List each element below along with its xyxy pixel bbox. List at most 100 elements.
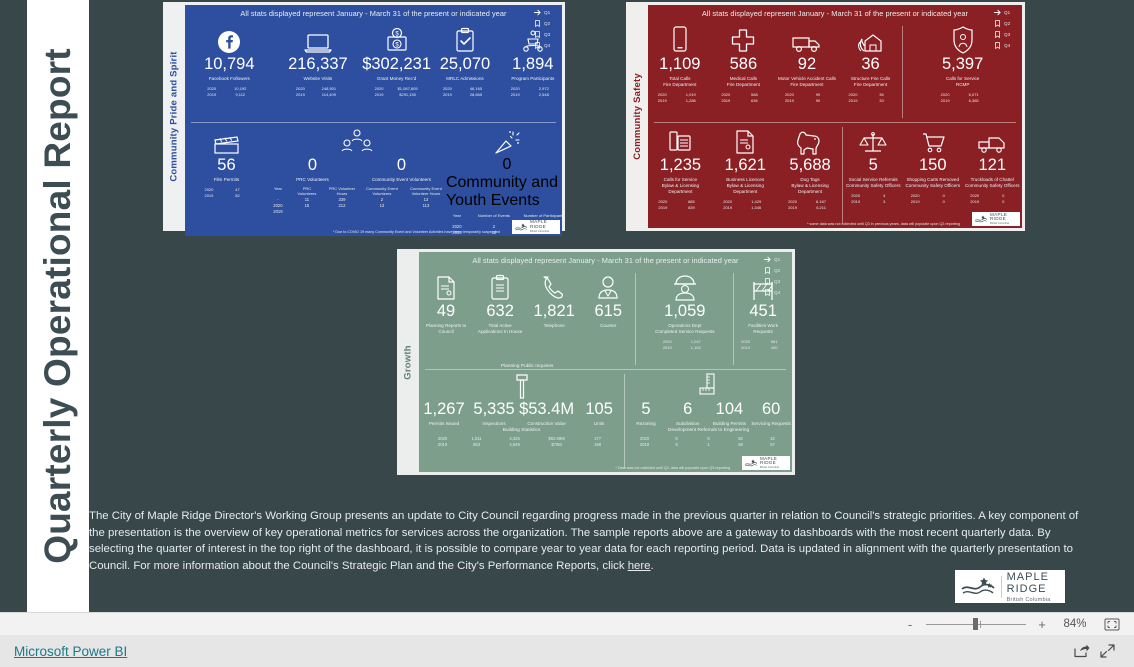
kpi-mva-calls-fire[interactable]: 92 Motor Vehicle Accident Calls Fire Depa… — [775, 22, 839, 122]
kpi-rezoning[interactable]: 5 Rezoning — [625, 400, 667, 427]
slider-thumb[interactable] — [973, 618, 978, 630]
hist-year: 2019 — [784, 97, 794, 103]
worker-icon — [671, 272, 699, 302]
hist-value: 490 — [770, 344, 778, 350]
hist-value: 853 — [473, 441, 481, 447]
kpi-business-licences[interactable]: 1,621 Business Licences Bylaw & Licensing… — [713, 123, 778, 228]
zoom-slider[interactable] — [926, 618, 1026, 630]
hist-year: 2020 — [658, 198, 668, 204]
kpi-community-event-volunteers[interactable]: 0 Community Event Volunteers — [357, 156, 446, 183]
kpi-dog-tags[interactable]: 5,688 Dog Tags Bylaw & Licensing Departmen… — [778, 123, 843, 228]
kpi-history: 2020 6,071 2019 6,385 — [941, 92, 985, 103]
hist-value: 99 — [815, 91, 821, 97]
quarter-label: Q1 — [774, 257, 781, 262]
program-icon — [519, 25, 547, 55]
hist-year: 2020 — [784, 91, 794, 97]
hist-value: 1,019 — [685, 91, 696, 97]
logo-name: MAPLE RIDGE — [760, 455, 778, 466]
logo-name: MAPLE RIDGE — [530, 219, 548, 229]
kpi-prc-volunteers[interactable]: 0 PRC Volunteers — [268, 156, 357, 183]
kpi-servicing-requests[interactable]: 60 Servicing Requests — [750, 400, 792, 427]
hist-value: 6,167 — [816, 198, 827, 204]
fit-to-page-icon — [1104, 618, 1119, 630]
kpi-row-1: 1,109 Total Calls Fire Department 2020 1,0… — [648, 22, 1022, 122]
kpi-value: 1,059 — [664, 302, 706, 320]
column-header: Community Event Volunteer Hours — [410, 185, 442, 196]
header-note: All stats displayed represent January - … — [701, 9, 969, 18]
kpi-mrlc-admissions[interactable]: 25,070 MRLC Admissions 2020 46,165 2019 28… — [431, 22, 499, 122]
share-button[interactable] — [1068, 641, 1094, 661]
kpi-film-permits[interactable]: 56 Film Permits 2020 47 2019 82 — [185, 123, 268, 236]
fit-to-page-button[interactable] — [1103, 617, 1120, 631]
kpi-counter-inquiries[interactable]: 615 Counter — [581, 269, 635, 363]
kpi-total-active-applications[interactable]: 632 Total Active Applications In House — [473, 269, 527, 363]
rail-growth: Growth — [397, 249, 419, 475]
kpi-volunteers-group[interactable]: 0 PRC Volunteers 0 Community Event Volun… — [268, 123, 446, 236]
document-icon — [434, 272, 458, 302]
kpi-facilities-work-requests[interactable]: 451 Facilities Work Requests 2020 681 2019… — [734, 269, 792, 369]
kpi-website-visits[interactable]: 216,337 Website Visits 2020 248,501 2019 1… — [274, 22, 363, 122]
kpi-inspections[interactable]: 5,335 Inspections — [469, 400, 519, 427]
kpi-label: Subdivision — [675, 420, 700, 426]
kpi-shopping-carts-removed[interactable]: 150 Shopping Carts Removed Community Safe… — [903, 123, 963, 228]
zoom-out-button[interactable]: - — [905, 617, 915, 632]
card-community-pride-and-spirit[interactable]: Community Pride and Spirit All stats dis… — [163, 2, 567, 236]
kpi-label: PRC Volunteers — [296, 176, 329, 182]
kpi-building-permits[interactable]: 104 Building Permits — [709, 400, 751, 427]
zoom-in-button[interactable]: + — [1037, 617, 1047, 632]
hist-value: 885 — [688, 198, 695, 204]
kpi-program-participants[interactable]: 1,894 Program Participants 2020 2,972 201… — [499, 22, 567, 122]
card-community-safety[interactable]: Community Safety All stats displayed rep… — [626, 2, 1025, 231]
here-link[interactable]: here — [628, 560, 651, 572]
telephone-icon — [541, 272, 567, 302]
card-growth[interactable]: Growth All stats displayed represent Jan… — [397, 249, 795, 475]
hist-year: 2019 — [723, 204, 733, 210]
quarter-q1[interactable]: Q1 — [993, 7, 1019, 18]
kpi-label: Film Permits — [213, 176, 240, 182]
kpi-planning-reports[interactable]: 49 Planning Reports to Council — [419, 269, 473, 363]
column-header: PRC Volunteer Hours — [328, 185, 356, 196]
group-building-statistics[interactable]: 1,267 Permits Issued 5,335 Inspections $… — [419, 370, 624, 472]
kpi-units[interactable]: 105 Units — [574, 400, 624, 427]
kpi-total-calls-fire[interactable]: 1,109 Total Calls Fire Department 2020 1,0… — [648, 22, 712, 122]
kpi-label: Program Participants — [511, 75, 555, 81]
column-header: Number of Events — [477, 213, 510, 218]
kpi-bylaw-calls-for-service[interactable]: 1,235 Calls for Service Bylaw & Licensing… — [648, 123, 713, 228]
quarter-q1[interactable]: Q1 — [763, 254, 789, 265]
kpi-operations-service-requests[interactable]: 1,059 Operations Dept Completed Service R… — [636, 269, 733, 369]
kpi-subdivision[interactable]: 6 Subdivision — [667, 400, 709, 427]
group-label-planning-inquiries: Planning Public Inquiries — [500, 364, 554, 369]
table-column: 4,325 4,949 — [503, 436, 527, 448]
kpi-structure-fire-calls[interactable]: 36 Structure Fire Calls Fire Department 2… — [839, 22, 903, 122]
hist-year: 2020 — [848, 91, 858, 97]
kpi-label: Calls for Service RCMP — [945, 75, 980, 87]
kpi-history: 2020 99 2019 90 — [785, 92, 829, 103]
powerbi-brand-link[interactable]: Microsoft Power BI — [14, 644, 127, 659]
kpi-label: Community Event Volunteers — [371, 176, 432, 182]
kpi-label: Total Active Applications In House — [477, 322, 523, 334]
kpi-grant-money[interactable]: $ $ $302,231 Grant Money Rec'd 2020 $1,087… — [362, 22, 431, 122]
kpi-calls-for-service-rcmp[interactable]: 5,397 Calls for Service RCMP 2020 6,071 20… — [903, 22, 1022, 122]
kpi-history: 2020 4 2019 3 — [851, 193, 895, 204]
kpi-permits-issued[interactable]: 1,267 Permits Issued — [419, 400, 469, 427]
hist-value: 90 — [815, 97, 821, 103]
kpi-telephone-inquiries[interactable]: 1,821 Telephone — [527, 269, 581, 363]
hist-year: 2019 — [639, 441, 650, 447]
kpi-social-service-referrals[interactable]: 5 Social Service Referrals Community Safe… — [843, 123, 903, 228]
card-header: All stats displayed represent January - … — [648, 5, 1022, 50]
hist-value: 1,286 — [685, 97, 696, 103]
kpi-medical-calls-fire[interactable]: 586 Medical Calls Fire Department 2020 588… — [712, 22, 776, 122]
quarter-q1[interactable]: Q1 — [533, 7, 559, 18]
hist-value: 36 — [879, 91, 884, 97]
hist-value: 1,429 — [751, 198, 762, 204]
fullscreen-button[interactable] — [1094, 641, 1120, 661]
table-column: Year - 2020 2019 — [268, 186, 288, 215]
hist-value: 1 — [707, 441, 710, 447]
ambulance-icon — [790, 25, 824, 55]
police-shield-icon — [950, 25, 976, 55]
kpi-construction-value[interactable]: $53.4M Construction Value — [519, 400, 574, 427]
kpi-value: 25,070 — [439, 55, 491, 73]
mobile-phone-icon — [671, 25, 689, 55]
clipboard-icon — [488, 272, 512, 302]
kpi-facebook-followers[interactable]: 10,794 Facebook Followers 2020 10,192 201… — [185, 22, 274, 122]
